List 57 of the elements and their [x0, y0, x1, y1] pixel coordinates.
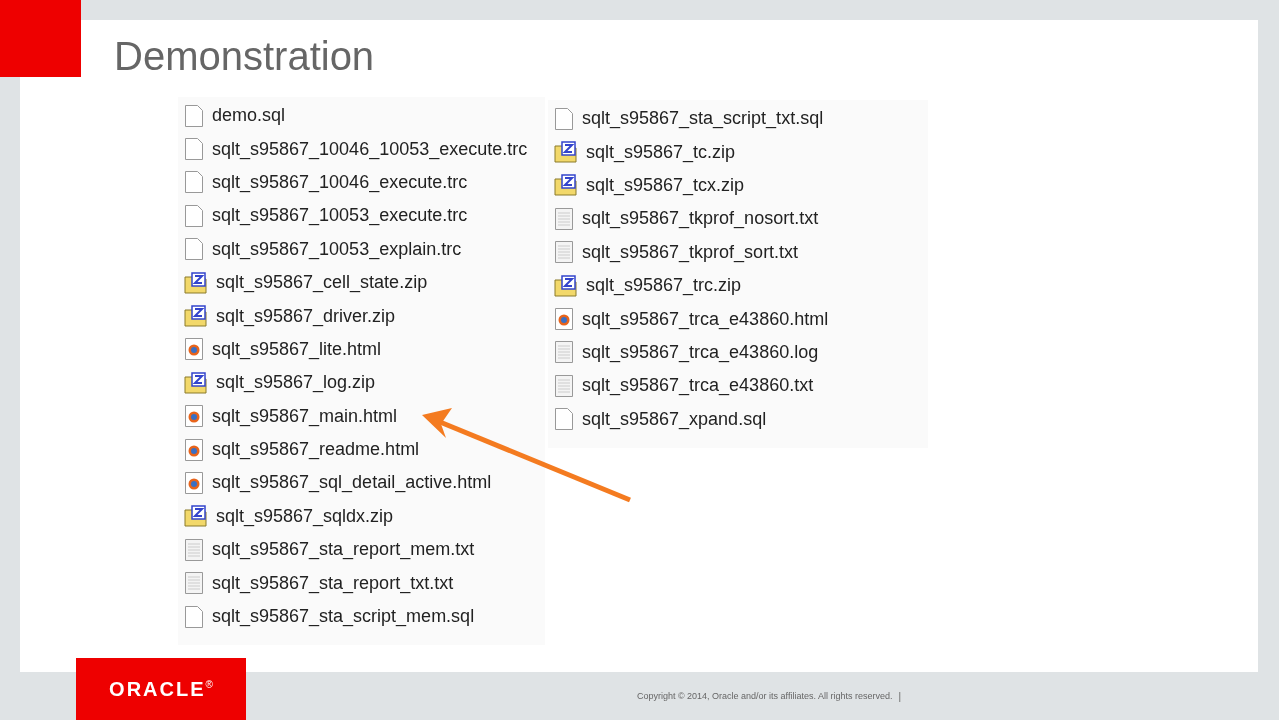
zip-folder-icon [554, 141, 578, 164]
separator-text: | [898, 690, 902, 702]
file-name[interactable]: sqlt_s95867_10046_10053_execute.trc [212, 138, 528, 160]
file-name[interactable]: sqlt_s95867_10053_execute.trc [212, 205, 468, 227]
file-name[interactable]: sqlt_s95867_tc.zip [586, 141, 736, 163]
file-icon [184, 170, 204, 195]
file-name[interactable]: sqlt_s95867_trca_e43860.txt [582, 375, 814, 397]
file-name[interactable]: sqlt_s95867_cell_state.zip [216, 272, 428, 294]
file-icon [184, 604, 204, 629]
file-name[interactable]: sqlt_s95867_10053_explain.trc [212, 238, 462, 260]
copyright-text: Copyright © 2014, Oracle and/or its affiliates. All rights reserved. [636, 691, 893, 701]
zip-folder-icon [184, 305, 208, 328]
file-name[interactable]: sqlt_s95867_tcx.zip [586, 174, 745, 196]
file-icon [554, 407, 574, 432]
web-file-icon [554, 307, 574, 332]
slide-title: Demonstration [114, 34, 376, 78]
file-name[interactable]: sqlt_s95867_log.zip [216, 372, 376, 394]
file-name[interactable]: sqlt_s95867_lite.html [212, 338, 382, 360]
zip-folder-icon [554, 274, 578, 297]
file-name[interactable]: sqlt_s95867_readme.html [212, 439, 420, 461]
file-name[interactable]: sqlt_s95867_trca_e43860.html [582, 308, 829, 330]
file-name[interactable]: sqlt_s95867_sqldx.zip [216, 505, 394, 527]
file-icon [184, 237, 204, 262]
web-file-icon [184, 404, 204, 429]
zip-folder-icon [554, 174, 578, 197]
file-name[interactable]: sqlt_s95867_main.html [212, 405, 398, 427]
zip-folder-icon [184, 371, 208, 394]
file-name[interactable]: sqlt_s95867_tkprof_sort.txt [582, 241, 799, 263]
file-icon [184, 203, 204, 228]
web-file-icon [184, 437, 204, 462]
file-name[interactable]: sqlt_s95867_trc.zip [586, 275, 742, 297]
file-name[interactable]: sqlt_s95867_trca_e43860.log [582, 341, 819, 363]
registered-mark: ® [205, 678, 213, 690]
text-file-icon [554, 240, 574, 265]
file-name[interactable]: sqlt_s95867_tkprof_nosort.txt [582, 208, 819, 230]
text-file-icon [184, 571, 204, 596]
zip-folder-icon [184, 505, 208, 528]
file-name[interactable]: sqlt_s95867_sta_script_txt.sql [582, 108, 824, 130]
file-name[interactable]: sqlt_s95867_sql_detail_active.html [212, 472, 492, 494]
file-name[interactable]: sqlt_s95867_xpand.sql [582, 408, 767, 430]
file-name[interactable]: sqlt_s95867_sta_report_mem.txt [212, 539, 475, 561]
zip-folder-icon [184, 271, 208, 294]
text-file-icon [554, 206, 574, 231]
file-icon [184, 137, 204, 162]
web-file-icon [184, 337, 204, 362]
file-name[interactable]: sqlt_s95867_sta_script_mem.sql [212, 606, 475, 628]
web-file-icon [184, 471, 204, 495]
text-file-icon [554, 340, 574, 365]
file-icon [184, 103, 204, 128]
logo-text: ORACLE [109, 677, 206, 701]
file-name[interactable]: sqlt_s95867_sta_report_txt.txt [212, 572, 454, 594]
text-file-icon [184, 537, 204, 562]
file-icon [554, 106, 574, 131]
file-name[interactable]: sqlt_s95867_driver.zip [216, 305, 396, 327]
file-name[interactable]: demo.sql [212, 105, 286, 127]
text-file-icon [554, 373, 574, 398]
file-name[interactable]: sqlt_s95867_10046_execute.trc [212, 171, 468, 193]
